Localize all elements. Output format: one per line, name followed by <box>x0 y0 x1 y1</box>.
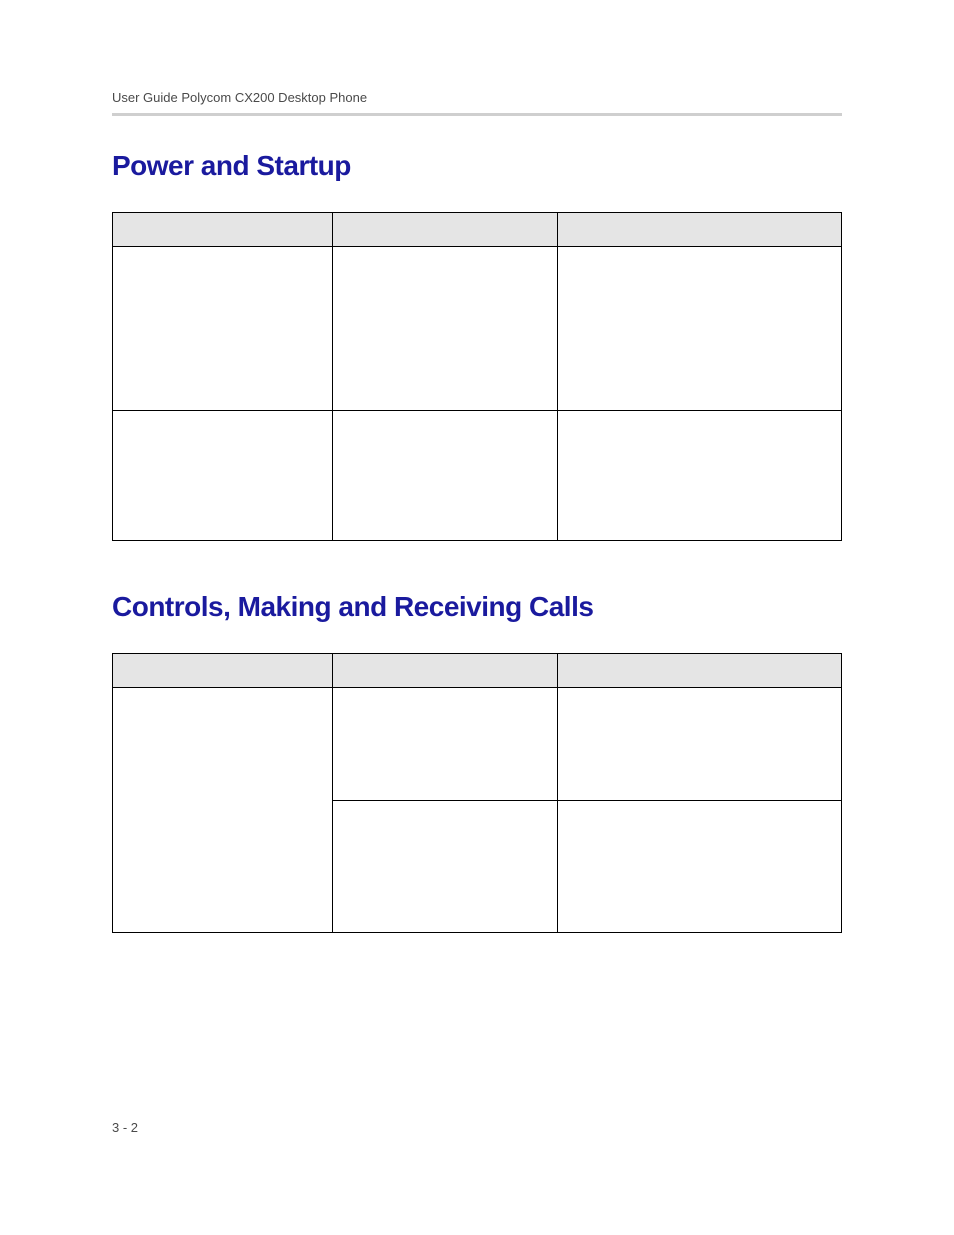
table-row <box>113 247 842 411</box>
table-cell <box>333 247 558 411</box>
table-header-cell <box>333 213 558 247</box>
table-cell <box>558 801 842 933</box>
page-header-title: User Guide Polycom CX200 Desktop Phone <box>112 90 842 105</box>
table-cell <box>558 411 842 541</box>
table-header-row <box>113 213 842 247</box>
table-cell <box>558 247 842 411</box>
table-header-cell <box>113 213 333 247</box>
table-cell <box>333 411 558 541</box>
table-header-cell <box>558 213 842 247</box>
table-cell <box>113 247 333 411</box>
section-heading-controls-calls: Controls, Making and Receiving Calls <box>112 591 842 623</box>
section-heading-power-startup: Power and Startup <box>112 150 842 182</box>
table-controls-calls <box>112 653 842 933</box>
table-header-cell <box>113 654 333 688</box>
table-header-cell <box>333 654 558 688</box>
table-header-row <box>113 654 842 688</box>
table-power-startup <box>112 212 842 541</box>
table-cell <box>333 688 558 801</box>
table-row <box>113 688 842 801</box>
table-header-cell <box>558 654 842 688</box>
table-cell <box>333 801 558 933</box>
page-number: 3 - 2 <box>112 1120 138 1135</box>
table-cell <box>113 688 333 933</box>
table-row <box>113 411 842 541</box>
table-cell <box>113 411 333 541</box>
header-divider <box>112 113 842 116</box>
table-cell <box>558 688 842 801</box>
document-page: User Guide Polycom CX200 Desktop Phone P… <box>0 0 954 933</box>
